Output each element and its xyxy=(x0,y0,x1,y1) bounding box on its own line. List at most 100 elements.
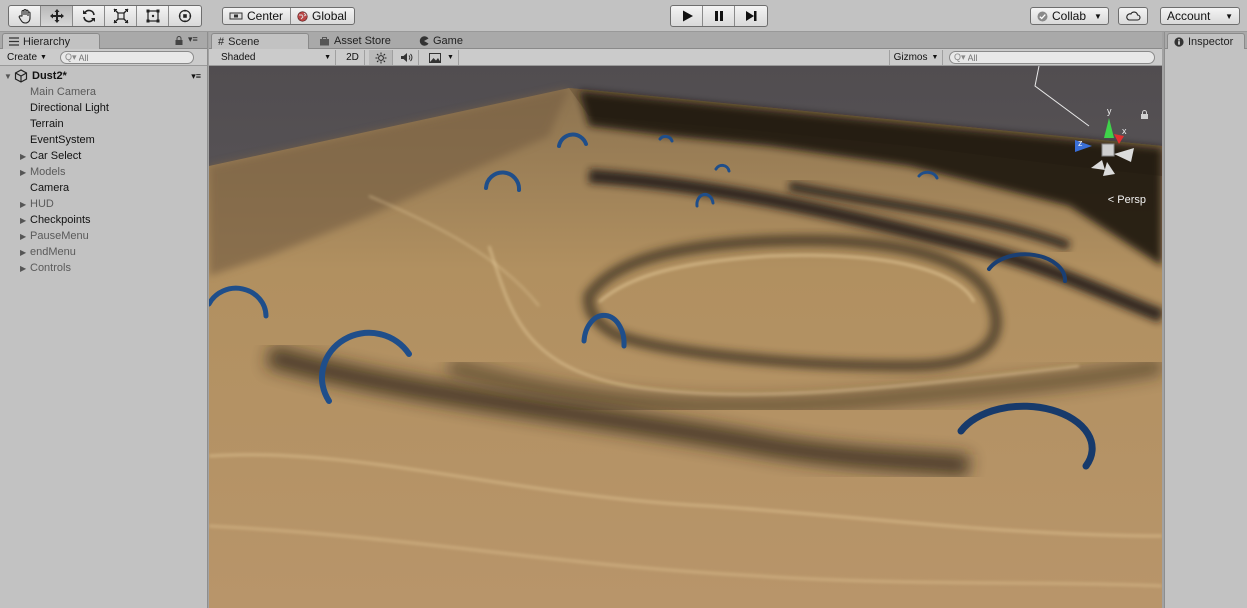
pivot-center-icon xyxy=(229,12,243,20)
lighting-toggle[interactable] xyxy=(369,50,393,65)
cloud-button[interactable] xyxy=(1118,7,1148,25)
info-icon xyxy=(1174,36,1184,47)
scene-search[interactable]: Q▾ xyxy=(949,51,1155,64)
gizmo-x-label: x xyxy=(1122,126,1127,136)
scene-viewport[interactable]: y z x < Persp xyxy=(209,66,1162,608)
hierarchy-item-label: Car Select xyxy=(30,150,82,162)
expand-arrow-icon[interactable]: ▶ xyxy=(20,248,30,257)
hierarchy-search[interactable]: Q▾ xyxy=(60,51,194,64)
tab-scene-label: Scene xyxy=(228,35,260,48)
hierarchy-item[interactable]: ▶ endMenu xyxy=(0,244,207,260)
tab-inspector-label: Inspector xyxy=(1188,35,1234,48)
tab-game[interactable]: Game xyxy=(413,33,469,49)
hierarchy-item[interactable]: ▶ Checkpoints xyxy=(0,212,207,228)
effects-dropdown[interactable]: ▼ xyxy=(425,50,459,65)
hierarchy-item[interactable]: ▶ Car Select xyxy=(0,148,207,164)
hierarchy-item[interactable]: ▶ PauseMenu xyxy=(0,228,207,244)
play-icon xyxy=(682,10,693,22)
pivot-center-button[interactable]: Center xyxy=(223,8,292,24)
audio-toggle[interactable] xyxy=(395,50,419,65)
expand-arrow-icon[interactable]: ▶ xyxy=(20,232,30,241)
hierarchy-item[interactable]: Main Camera xyxy=(0,84,207,100)
expand-arrow-icon[interactable]: ▼ xyxy=(4,72,14,81)
hand-icon xyxy=(18,8,31,24)
gizmo-y-label: y xyxy=(1107,106,1112,116)
pivot-global-label: Global xyxy=(312,9,347,23)
pacman-icon xyxy=(419,36,429,46)
create-label: Create xyxy=(7,51,38,63)
scene-menu-icon[interactable]: ▾≡ xyxy=(191,71,201,82)
hand-tool-button[interactable] xyxy=(9,6,41,26)
expand-arrow-icon[interactable]: ▶ xyxy=(20,152,30,161)
chevron-left-icon: < xyxy=(1107,194,1115,206)
hierarchy-item[interactable]: Camera xyxy=(0,180,207,196)
expand-arrow-icon[interactable]: ▶ xyxy=(20,216,30,225)
play-button[interactable] xyxy=(671,6,703,26)
image-icon xyxy=(429,52,442,63)
transform-tool-button[interactable] xyxy=(169,6,201,26)
tab-asset-store[interactable]: Asset Store xyxy=(313,33,397,49)
expand-arrow-icon[interactable]: ▶ xyxy=(20,200,30,209)
account-dropdown[interactable]: Account ▼ xyxy=(1160,7,1240,25)
panel-menu-icon[interactable]: ▾≡ xyxy=(188,34,198,45)
scale-icon xyxy=(113,8,128,24)
expand-arrow-icon[interactable]: ▶ xyxy=(20,264,30,273)
rotate-tool-button[interactable] xyxy=(73,6,105,26)
cloud-icon xyxy=(1126,11,1141,21)
chevron-down-icon: ▼ xyxy=(1094,11,1102,21)
hierarchy-item-label: Checkpoints xyxy=(30,214,91,226)
gizmos-dropdown[interactable]: Gizmos ▼ xyxy=(889,50,943,65)
pivot-global-button[interactable]: Global xyxy=(291,8,354,24)
scene-tabbar: # Scene Asset Store Game xyxy=(209,32,1162,49)
scene-root-row[interactable]: ▼ Dust2* ▾≡ xyxy=(0,68,207,84)
chevron-down-icon: ▼ xyxy=(40,53,47,61)
search-icon: Q▾ xyxy=(65,52,77,62)
hierarchy-item-label: Directional Light xyxy=(30,102,109,114)
tab-inspector[interactable]: Inspector xyxy=(1167,33,1245,49)
hierarchy-tree: ▼ Dust2* ▾≡ Main Camera Directional Light… xyxy=(0,66,207,276)
hierarchy-item-label: Models xyxy=(30,166,66,178)
grid-icon: # xyxy=(218,35,225,48)
hierarchy-search-input[interactable] xyxy=(78,52,193,63)
hierarchy-item[interactable]: ▶ HUD xyxy=(0,196,207,212)
tab-scene[interactable]: # Scene xyxy=(211,33,309,49)
projection-toggle[interactable]: < Persp xyxy=(1108,194,1146,206)
pivot-controls: Center Global xyxy=(222,7,355,25)
toggle-2d-label: 2D xyxy=(346,52,359,63)
move-arrows-icon xyxy=(49,9,64,23)
terrain-render: y z x xyxy=(209,66,1162,608)
hierarchy-item[interactable]: Directional Light xyxy=(0,100,207,116)
hierarchy-item[interactable]: ▶ Controls xyxy=(0,260,207,276)
hierarchy-item-label: Terrain xyxy=(30,118,64,130)
expand-arrow-icon[interactable]: ▶ xyxy=(20,168,30,177)
shading-mode-label: Shaded xyxy=(221,52,256,63)
hierarchy-item-label: HUD xyxy=(30,198,54,210)
shading-mode-dropdown[interactable]: Shaded ▼ xyxy=(209,50,336,65)
hierarchy-item[interactable]: Terrain xyxy=(0,116,207,132)
rect-tool-button[interactable] xyxy=(137,6,169,26)
check-circle-icon xyxy=(1037,11,1048,21)
move-tool-button[interactable] xyxy=(41,6,73,26)
step-icon xyxy=(746,11,757,21)
scale-tool-button[interactable] xyxy=(105,6,137,26)
hierarchy-item[interactable]: ▶ Models xyxy=(0,164,207,180)
hierarchy-items: Main Camera Directional Light Terrain Event… xyxy=(0,84,207,276)
hierarchy-item[interactable]: EventSystem xyxy=(0,132,207,148)
main-toolbar: Center Global Collab ▼ Account ▼ xyxy=(0,0,1247,32)
search-icon: Q▾ xyxy=(954,52,966,62)
collab-dropdown[interactable]: Collab ▼ xyxy=(1030,7,1109,25)
list-icon xyxy=(9,37,19,46)
create-dropdown[interactable]: Create ▼ xyxy=(4,50,50,64)
lock-icon[interactable] xyxy=(175,36,183,48)
hierarchy-panel: Hierarchy ▾≡ Create ▼ Q▾ ▼ Dust2* ▾≡ Mai… xyxy=(0,32,208,608)
chevron-down-icon: ▼ xyxy=(324,54,331,61)
toggle-2d-button[interactable]: 2D xyxy=(341,50,365,65)
scene-search-input[interactable] xyxy=(967,52,1154,63)
tab-hierarchy[interactable]: Hierarchy xyxy=(2,33,100,49)
playback-controls xyxy=(670,5,768,27)
hierarchy-subbar: Create ▼ Q▾ xyxy=(0,49,207,66)
pause-button[interactable] xyxy=(703,6,735,26)
chevron-down-icon: ▼ xyxy=(931,54,939,61)
hierarchy-item-label: Main Camera xyxy=(30,86,97,98)
step-button[interactable] xyxy=(735,6,767,26)
